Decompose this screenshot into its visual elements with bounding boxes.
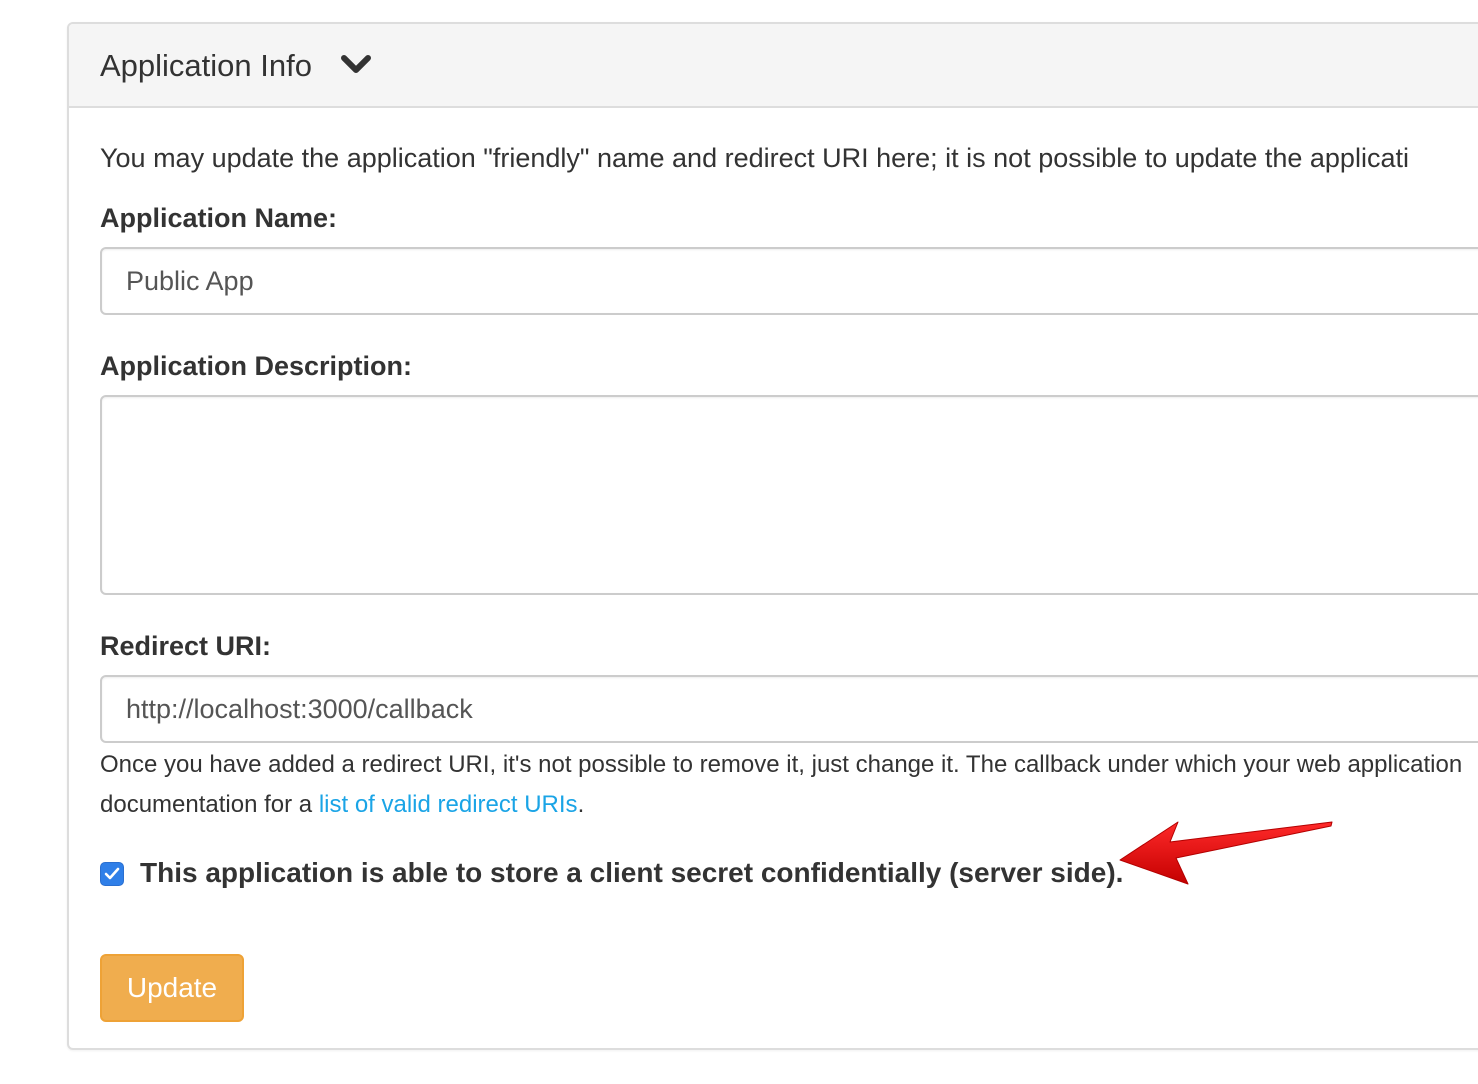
valid-redirect-uris-link[interactable]: list of valid redirect URIs	[319, 791, 578, 818]
update-button[interactable]: Update	[100, 954, 244, 1022]
application-description-textarea[interactable]	[100, 395, 1478, 595]
redirect-help-prefix: documentation for a	[100, 791, 319, 818]
panel-title: Application Info	[100, 48, 312, 83]
redirect-uri-input[interactable]: http://localhost:3000/callback	[100, 675, 1478, 743]
checkmark-icon	[104, 867, 120, 880]
redirect-help-suffix: .	[577, 791, 585, 818]
red-arrow-icon	[1119, 821, 1333, 885]
application-name-value: Public App	[126, 266, 254, 296]
application-description-label: Application Description:	[100, 351, 413, 381]
confidential-client-label[interactable]: This application is able to store a clie…	[140, 856, 1123, 890]
confidential-client-checkbox[interactable]	[100, 862, 124, 886]
redirect-uri-value: http://localhost:3000/callback	[126, 694, 473, 724]
intro-text: You may update the application "friendly…	[100, 143, 1409, 173]
application-name-label: Application Name:	[100, 203, 338, 233]
application-name-input[interactable]: Public App	[100, 247, 1478, 315]
panel-heading[interactable]: Application Info	[69, 24, 1478, 108]
chevron-down-icon[interactable]	[341, 53, 371, 75]
redirect-uri-label: Redirect URI:	[100, 631, 272, 661]
application-info-panel: Application Info You may update the appl…	[67, 22, 1478, 1050]
redirect-help-line-1: Once you have added a redirect URI, it's…	[100, 751, 1463, 778]
redirect-help-line-2: documentation for a list of valid redire…	[100, 785, 584, 825]
